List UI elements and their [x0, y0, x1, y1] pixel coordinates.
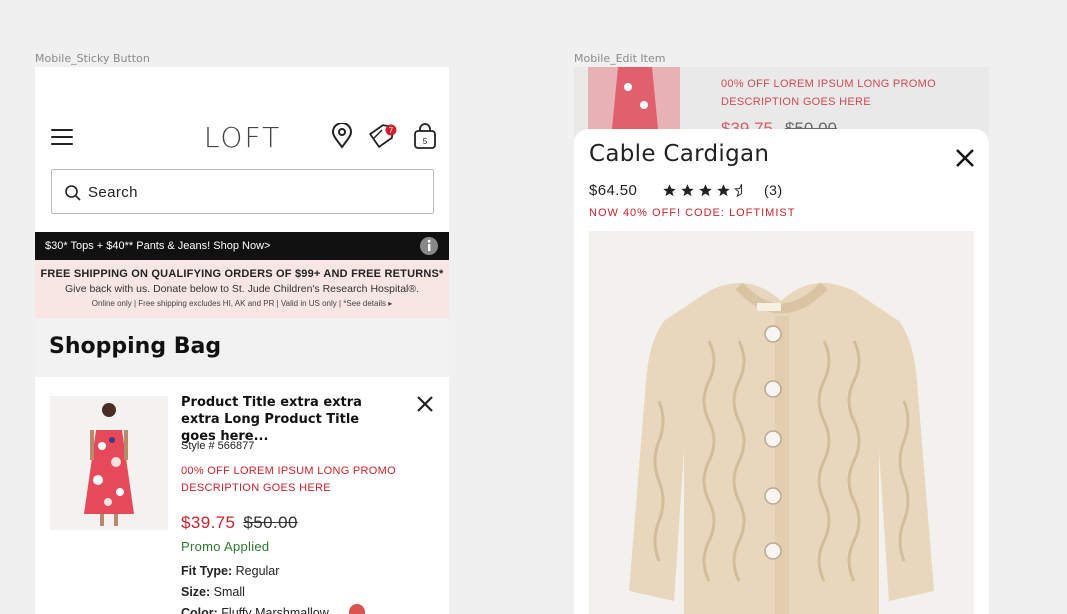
- search-icon: [65, 185, 81, 201]
- star-rating[interactable]: (3): [662, 182, 783, 198]
- search-input[interactable]: Search: [51, 169, 434, 214]
- fit-type-row: Fit Type: Regular: [181, 564, 279, 578]
- dress-photo-faded: [588, 67, 680, 129]
- original-price: $50.00: [243, 513, 298, 532]
- star-icon: [699, 183, 712, 196]
- promo-bar-text: $30* Tops + $40** Pants & Jeans! Shop No…: [45, 240, 271, 252]
- sheet-product-title: Cable Cardigan: [589, 141, 770, 167]
- fit-type-label: Fit Type:: [181, 564, 233, 578]
- shopping-bag-title-bar: Shopping Bag: [35, 318, 449, 377]
- fit-type-value: Regular: [235, 564, 280, 578]
- frame-label-right: Mobile_Edit Item: [574, 52, 666, 65]
- shipping-banner-fineprint: Online only | Free shipping excludes HI,…: [91, 299, 393, 308]
- size-row: Size: Small: [181, 585, 245, 599]
- sheet-price: $64.50: [589, 182, 638, 199]
- site-header: LOFT 7 5 Search: [35, 67, 449, 232]
- product-image[interactable]: [50, 396, 168, 530]
- product-title[interactable]: Product Title extra extra extra Long Pro…: [181, 394, 396, 445]
- background-product-image: [588, 67, 680, 129]
- edit-item-sheet: Cable Cardigan $64.50 (3) NOW 40% OFF! C…: [574, 129, 989, 614]
- sale-price: $39.75: [181, 513, 236, 532]
- search-placeholder: Search: [88, 184, 138, 201]
- star-icon: [717, 183, 730, 196]
- cardigan-photo: [589, 231, 974, 614]
- menu-icon[interactable]: [51, 129, 73, 145]
- promo-applied-label: Promo Applied: [181, 539, 270, 554]
- product-style-number: Style # 566877: [181, 440, 255, 452]
- product-price: $39.75 $50.00: [181, 513, 298, 533]
- shopping-bag-icon[interactable]: 5: [413, 123, 437, 151]
- favorites-count: 7: [389, 126, 394, 135]
- size-value: Small: [213, 585, 245, 599]
- loft-logo[interactable]: LOFT: [195, 121, 290, 154]
- color-row: Color: Fluffy Marshmallow: [181, 606, 329, 614]
- background-promo-description: 00% OFF LOREM IPSUM LONG PROMO DESCRIPTI…: [721, 78, 936, 108]
- shipping-banner-donate: Give back with us. Donate below to St. J…: [64, 283, 420, 295]
- mobile-edit-item-frame: 00% OFF LOREM IPSUM LONG PROMO DESCRIPTI…: [574, 67, 989, 614]
- info-icon[interactable]: [419, 236, 439, 256]
- star-icon: [681, 183, 694, 196]
- half-star-icon: [734, 183, 742, 197]
- neck-label: [757, 303, 781, 311]
- review-count[interactable]: (3): [764, 182, 783, 198]
- page-title: Shopping Bag: [49, 334, 222, 359]
- location-pin-icon[interactable]: [331, 123, 353, 149]
- remove-item-close-icon[interactable]: [415, 394, 435, 414]
- promo-description: 00% OFF LOREM IPSUM LONG PROMO DESCRIPTI…: [181, 465, 396, 494]
- dress-photo: [50, 396, 168, 530]
- frame-label-left: Mobile_Sticky Button: [35, 52, 150, 65]
- close-sheet-icon[interactable]: [954, 147, 976, 169]
- star-icon: [663, 183, 676, 196]
- color-label: Color:: [181, 606, 218, 614]
- sheet-promo-text: NOW 40% OFF! CODE: LOFTIMIST: [589, 207, 796, 219]
- color-swatch: [349, 604, 365, 614]
- bag-count: 5: [423, 137, 428, 146]
- color-value: Fluffy Marshmallow: [221, 606, 329, 614]
- promo-bar[interactable]: $30* Tops + $40** Pants & Jeans! Shop No…: [35, 232, 449, 260]
- tag-icon[interactable]: 7: [367, 123, 399, 151]
- mobile-sticky-button-frame: LOFT 7 5 Search $30* Tops + $40** Pants …: [35, 67, 449, 614]
- shipping-banner-headline: FREE SHIPPING ON QUALIFYING ORDERS OF $9…: [40, 268, 444, 280]
- size-label: Size:: [181, 585, 211, 599]
- shipping-banner[interactable]: FREE SHIPPING ON QUALIFYING ORDERS OF $9…: [35, 260, 449, 318]
- cardigan-product-image[interactable]: [589, 231, 974, 614]
